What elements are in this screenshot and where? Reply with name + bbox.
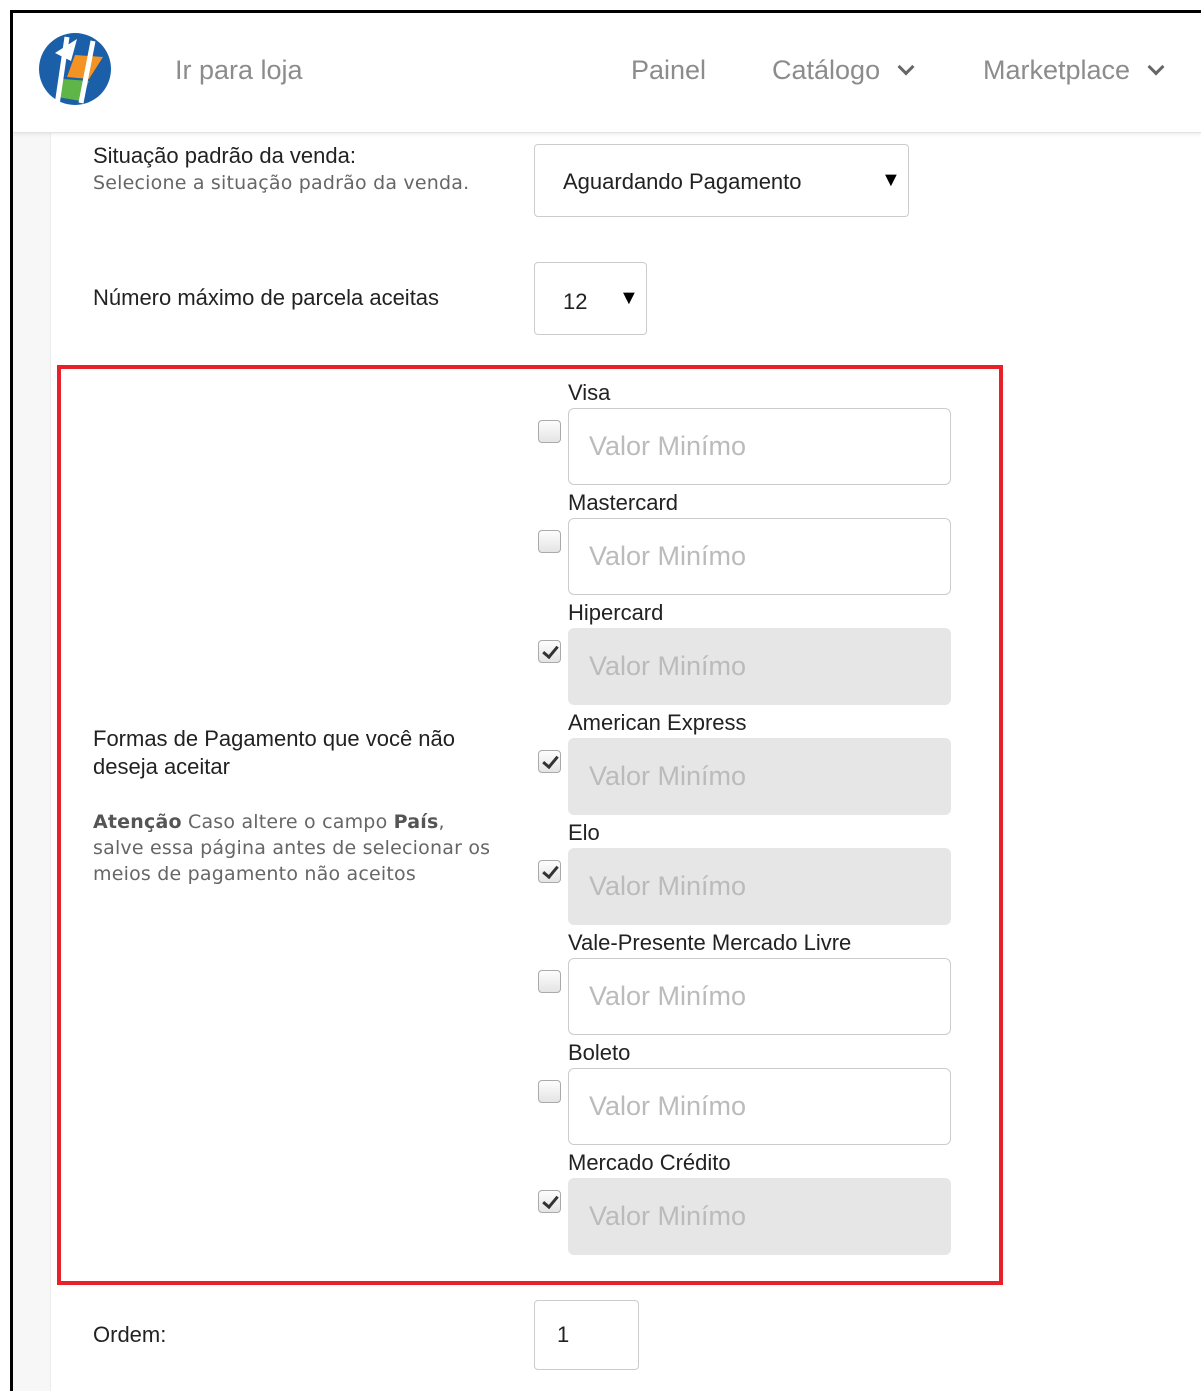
payment-methods-warning: Atenção Caso altere o campo País, salve …	[93, 809, 493, 887]
warning-bold-country: País	[393, 811, 439, 833]
payment-methods-label: Formas de Pagamento que você não deseja …	[93, 726, 456, 779]
order-label: Ordem:	[93, 1322, 167, 1347]
order-input[interactable]	[534, 1300, 639, 1370]
payment-method-label: Visa	[568, 380, 611, 405]
payment-method-checkbox[interactable]	[538, 750, 561, 773]
payment-method-label: Hipercard	[568, 600, 664, 625]
min-value-input[interactable]	[568, 518, 951, 595]
payment-method-checkbox[interactable]	[538, 1080, 561, 1103]
payment-method-label: Boleto	[568, 1040, 631, 1065]
default-status-value: Aguardando Pagamento	[563, 169, 802, 194]
warning-bold-attention: Atenção	[93, 811, 182, 833]
min-value-input	[568, 1178, 951, 1255]
payment-method-checkbox[interactable]	[538, 530, 561, 553]
payment-method-checkbox[interactable]	[538, 860, 561, 883]
top-navbar: Ir para loja Painel Catálogo Marketplace	[13, 13, 1201, 133]
payment-method-checkbox[interactable]	[538, 1190, 561, 1213]
nav-marketplace-label: Marketplace	[983, 55, 1131, 85]
caret-down-icon: ▼	[881, 169, 901, 191]
min-value-input[interactable]	[568, 1068, 951, 1145]
brand-logo-icon[interactable]	[37, 31, 113, 107]
min-value-input	[568, 848, 951, 925]
max-installments-label: Número máximo de parcela aceitas	[93, 285, 440, 310]
min-value-input	[568, 738, 951, 815]
default-status-select[interactable]: Aguardando Pagamento ▼	[534, 144, 909, 217]
payment-method-label: Elo	[568, 820, 600, 845]
max-installments-value: 12	[563, 289, 588, 314]
min-value-input	[568, 628, 951, 705]
nav-panel-link[interactable]: Painel	[631, 55, 706, 86]
payment-method-checkbox[interactable]	[538, 970, 561, 993]
min-value-input[interactable]	[568, 408, 951, 485]
min-value-input[interactable]	[568, 958, 951, 1035]
nav-marketplace-menu[interactable]: Marketplace	[983, 55, 1165, 86]
warning-text-1: Caso altere o campo	[181, 811, 394, 833]
payment-method-label: Mastercard	[568, 490, 679, 515]
chevron-down-icon	[897, 58, 915, 76]
sidebar-strip	[13, 133, 51, 1391]
payment-method-checkbox[interactable]	[538, 640, 561, 663]
default-status-help: Selecione a situação padrão da venda.	[93, 172, 470, 194]
payment-method-label: Vale-Presente Mercado Livre	[568, 930, 852, 955]
caret-down-icon: ▼	[619, 287, 639, 309]
chevron-down-icon	[1147, 58, 1165, 76]
max-installments-select[interactable]: 12 ▼	[534, 262, 647, 335]
default-status-label: Situação padrão da venda:	[93, 143, 356, 168]
nav-catalog-label: Catálogo	[772, 55, 881, 85]
payment-method-label: Mercado Crédito	[568, 1150, 731, 1175]
payment-method-label: American Express	[568, 710, 747, 735]
nav-catalog-menu[interactable]: Catálogo	[772, 55, 915, 86]
go-to-store-link[interactable]: Ir para loja	[175, 55, 303, 86]
payment-method-checkbox[interactable]	[538, 420, 561, 443]
